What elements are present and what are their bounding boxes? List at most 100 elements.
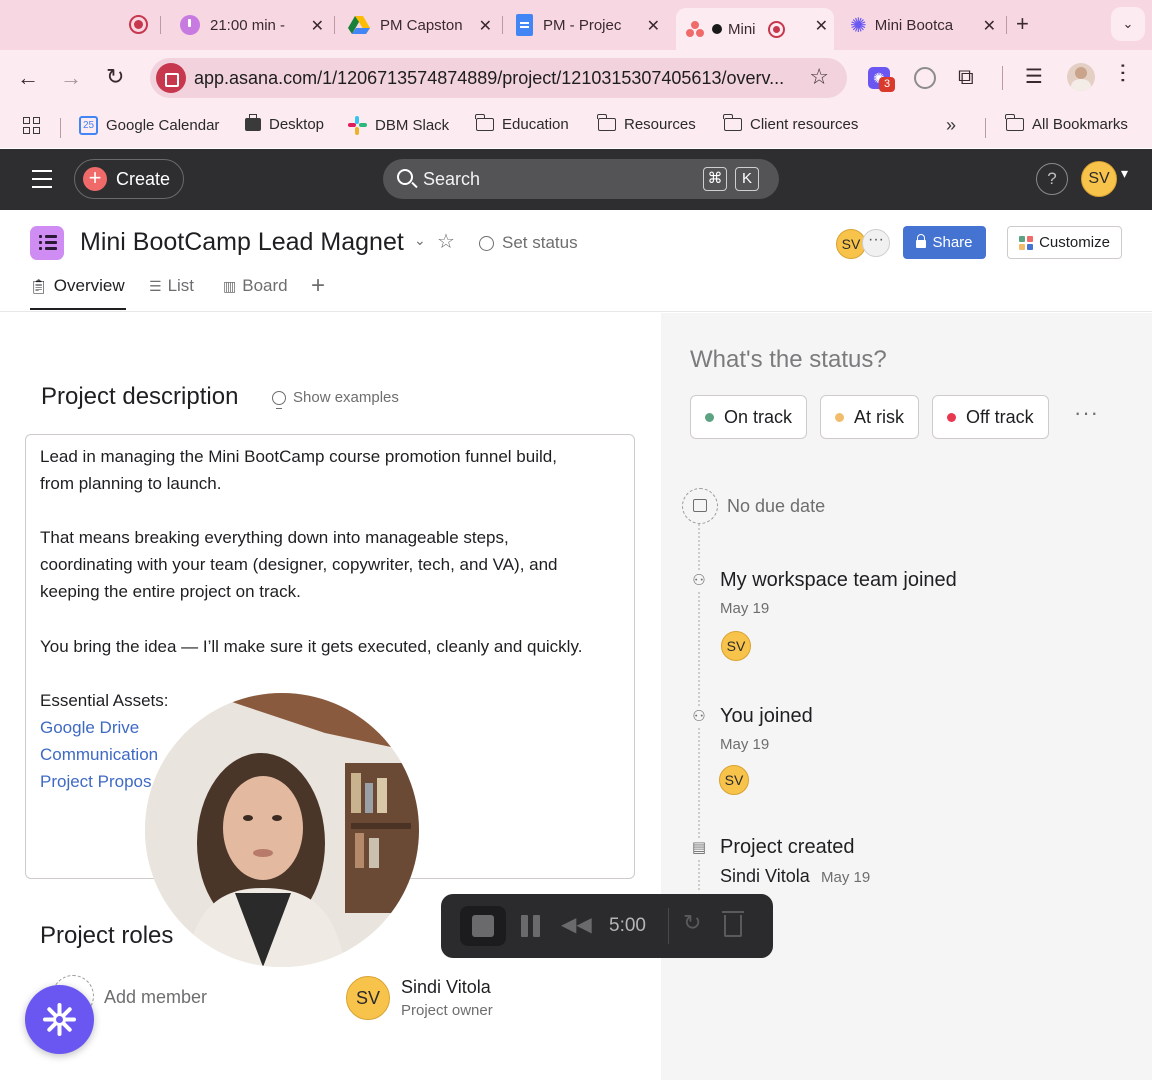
media-queue-icon[interactable]: ☰ — [1025, 64, 1043, 89]
asset-link-project-proposal[interactable]: Project Propos — [40, 772, 152, 792]
event-avatar[interactable]: SV — [719, 765, 749, 795]
reload-icon[interactable]: ↻ — [106, 64, 124, 90]
timeline-event-date: May 19 — [821, 869, 871, 886]
new-tab-icon[interactable]: + — [1016, 11, 1029, 37]
extension-icon[interactable]: ✺ 3 — [868, 67, 895, 92]
close-icon[interactable]: ✕ — [647, 16, 660, 36]
bookmark-star-icon[interactable]: ☆ — [809, 64, 829, 90]
hamburger-menu-icon[interactable] — [32, 170, 52, 188]
bookmark-label: Client resources — [750, 116, 859, 133]
no-due-date-label[interactable]: No due date — [727, 496, 825, 517]
bookmark-dbm-slack[interactable]: DBM Slack — [348, 116, 449, 135]
search-input[interactable]: Search ⌘ K — [383, 159, 779, 199]
tab-label: Board — [242, 276, 288, 295]
folder-icon — [475, 114, 494, 131]
folder-icon — [723, 114, 742, 131]
more-bookmarks-icon[interactable]: » — [946, 115, 956, 136]
rewind-icon[interactable]: ◀◀ — [561, 912, 592, 937]
status-on-track-button[interactable]: On track — [690, 395, 808, 439]
bookmark-google-calendar[interactable]: 25 Google Calendar — [79, 116, 219, 135]
back-icon[interactable]: ← — [17, 65, 39, 91]
due-date-button[interactable] — [682, 488, 718, 524]
search-icon — [397, 169, 413, 185]
restart-icon[interactable]: ↻ — [683, 910, 701, 936]
status-question: What's the status? — [690, 346, 887, 373]
status-more-icon[interactable]: ··· — [1074, 400, 1099, 426]
extension-launcher-button[interactable] — [25, 985, 94, 1054]
chevron-down-icon[interactable]: ▾ — [1121, 165, 1128, 182]
add-tab-icon[interactable]: + — [311, 272, 325, 300]
customize-button[interactable]: Customize — [1007, 226, 1122, 259]
timer-icon — [180, 15, 200, 35]
chevron-down-icon[interactable]: ⌄ — [414, 232, 426, 249]
timeline-event-date: May 19 — [720, 600, 770, 617]
tab-list[interactable]: ☰ List — [149, 276, 194, 296]
help-button[interactable]: ? — [1036, 163, 1068, 195]
bookmarks-divider — [985, 118, 986, 138]
show-examples-button[interactable]: Show examples — [272, 389, 399, 409]
folder-icon — [597, 114, 616, 131]
bookmark-client-resources[interactable]: Client resources — [723, 114, 859, 133]
trash-icon[interactable] — [722, 911, 744, 937]
owner-name: Sindi Vitola — [401, 977, 491, 997]
show-examples-label: Show examples — [293, 389, 399, 406]
create-button[interactable]: + Create — [74, 159, 184, 199]
description-line: keeping the entire project on track. — [40, 582, 301, 601]
share-button[interactable]: Share — [903, 226, 986, 259]
browser-tab-timer[interactable]: 21:00 min - ✕ — [170, 8, 330, 42]
lightbulb-icon — [272, 390, 286, 409]
address-bar[interactable]: app.asana.com/1/1206713574874889/project… — [150, 58, 847, 98]
apps-grid-icon[interactable] — [23, 117, 41, 135]
status-off-track-button[interactable]: Off track — [932, 395, 1049, 439]
recording-icon[interactable] — [129, 15, 148, 34]
grammarly-icon[interactable] — [914, 67, 936, 89]
asset-link-communication[interactable]: Communication — [40, 745, 158, 765]
project-list-icon[interactable] — [30, 226, 64, 260]
tab-separator — [1006, 16, 1007, 34]
menu-kebab-icon[interactable]: ⋯ — [1111, 62, 1136, 84]
asana-logo-icon — [686, 21, 704, 37]
timeline-event-author: Sindi Vitola — [720, 866, 810, 886]
set-status-button[interactable]: Set status — [479, 233, 578, 253]
all-bookmarks[interactable]: All Bookmarks — [1005, 114, 1128, 133]
clipboard-icon: ▤ — [689, 838, 709, 858]
pause-icon[interactable] — [521, 915, 541, 937]
event-avatar[interactable]: SV — [721, 631, 751, 661]
description-line: Lead in managing the Mini BootCamp cours… — [40, 447, 557, 466]
bookmark-education[interactable]: Education — [475, 114, 569, 133]
tab-separator — [334, 16, 335, 34]
status-label: On track — [724, 406, 793, 427]
screen-record-icon[interactable] — [156, 63, 186, 93]
extensions-puzzle-icon[interactable]: ⧉ — [958, 64, 974, 90]
tab-label: List — [167, 276, 195, 295]
extension-badge: 3 — [879, 77, 895, 92]
tab-search-button[interactable]: ⌄ — [1111, 7, 1145, 41]
tab-overview[interactable]: 📋︎ Overview — [30, 276, 125, 296]
bookmark-desktop[interactable]: Desktop — [245, 114, 324, 133]
browser-tab-docs[interactable]: PM - Projec ✕ — [506, 8, 666, 42]
bookmark-resources[interactable]: Resources — [597, 114, 696, 133]
browser-tab-asana-active[interactable]: Mini ✕ — [676, 8, 834, 50]
bookmark-label: Resources — [624, 116, 696, 133]
close-icon[interactable]: ✕ — [479, 16, 492, 36]
webcam-bubble[interactable] — [145, 693, 419, 967]
stop-recording-button[interactable] — [460, 906, 506, 946]
google-docs-icon — [516, 14, 533, 36]
close-icon[interactable]: ✕ — [311, 16, 324, 36]
close-icon[interactable]: ✕ — [815, 16, 828, 36]
browser-tab-drive[interactable]: PM Capston ✕ — [338, 8, 498, 42]
asset-link-google-drive[interactable]: Google Drive — [40, 718, 139, 738]
project-title[interactable]: Mini BootCamp Lead Magnet — [80, 228, 404, 257]
status-at-risk-button[interactable]: At risk — [820, 395, 920, 439]
tab-board[interactable]: ▥ Board — [223, 276, 288, 296]
browser-tab-mini-bootcamp[interactable]: ✺ Mini Bootca ✕ — [842, 8, 1002, 42]
user-avatar[interactable]: SV — [1081, 161, 1117, 197]
add-member-button[interactable]: Add member — [104, 987, 207, 1008]
forward-icon[interactable]: → — [60, 65, 82, 91]
members-more-icon[interactable]: ··· — [862, 229, 890, 257]
close-icon[interactable]: ✕ — [983, 16, 996, 36]
favorite-star-icon[interactable]: ☆ — [437, 229, 455, 254]
profile-avatar[interactable] — [1067, 63, 1095, 91]
owner-avatar[interactable]: SV — [346, 976, 390, 1020]
board-icon: ▥ — [223, 277, 237, 294]
